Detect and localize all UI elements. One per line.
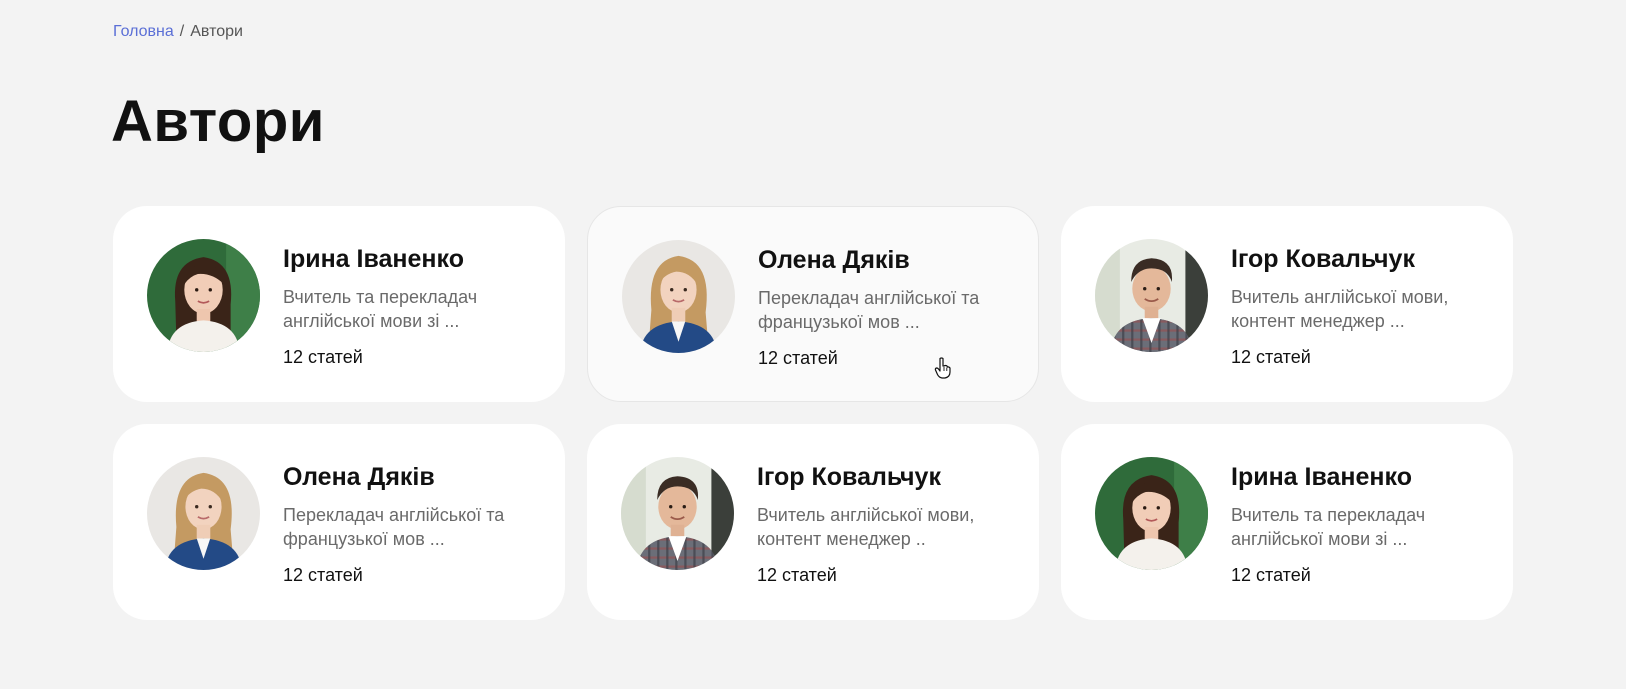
author-description-line: французької мов ...	[758, 312, 920, 332]
man-plaid-avatar-icon	[621, 457, 734, 570]
author-avatar	[147, 239, 260, 352]
author-avatar	[621, 457, 734, 570]
author-articles-count: 12 статей	[1231, 565, 1311, 585]
author-avatar	[1095, 457, 1208, 570]
author-avatar	[1095, 239, 1208, 352]
author-description-line: французької мов ...	[283, 529, 445, 549]
author-description-line: Вчитель та перекладач	[1231, 505, 1426, 525]
author-description: Перекладач англійської та французької мо…	[283, 503, 543, 551]
hand-pointer-icon	[934, 357, 951, 379]
author-description-line: контент менеджер ..	[757, 529, 926, 549]
author-description-line: Перекладач англійської та	[758, 288, 980, 308]
man-plaid-avatar-icon	[1095, 239, 1208, 352]
author-articles-count: 12 статей	[757, 565, 837, 585]
author-name[interactable]: Ірина Іваненко	[1231, 461, 1491, 493]
woman-blonde-avatar-icon	[622, 240, 735, 353]
author-description-line: англійської мови зі ...	[283, 311, 460, 331]
author-name[interactable]: Олена Дяків	[758, 244, 1018, 276]
author-description-line: Вчитель та перекладач	[283, 287, 478, 307]
author-description: Перекладач англійської та французької мо…	[758, 286, 1018, 334]
author-articles-count: 12 статей	[283, 565, 363, 585]
author-articles-count: 12 статей	[758, 348, 838, 368]
author-name[interactable]: Ігор Ковальчук	[757, 461, 1017, 493]
author-description: Вчитель англійської мови, контент менедж…	[1231, 285, 1491, 333]
author-info: Олена Дяків Перекладач англійської та фр…	[758, 240, 1018, 370]
author-card[interactable]: Ігор Ковальчук Вчитель англійської мови,…	[1061, 206, 1513, 402]
woman-dark-hair-avatar-icon	[147, 239, 260, 352]
author-description: Вчитель та перекладач англійської мови з…	[283, 285, 543, 333]
breadcrumb: Головна / Автори	[113, 22, 243, 42]
author-card[interactable]: Ігор Ковальчук Вчитель англійської мови,…	[587, 424, 1039, 620]
author-articles-count: 12 статей	[1231, 347, 1311, 367]
author-description-line: Перекладач англійської та	[283, 505, 505, 525]
woman-dark-hair-avatar-icon	[1095, 457, 1208, 570]
woman-blonde-avatar-icon	[147, 457, 260, 570]
author-card[interactable]: Олена Дяків Перекладач англійської та фр…	[587, 206, 1039, 402]
author-card[interactable]: Ірина Іваненко Вчитель та перекладач анг…	[1061, 424, 1513, 620]
author-description-line: Вчитель англійської мови,	[757, 505, 975, 525]
breadcrumb-home-link[interactable]: Головна	[113, 22, 174, 42]
author-card[interactable]: Ірина Іваненко Вчитель та перекладач анг…	[113, 206, 565, 402]
author-name[interactable]: Ірина Іваненко	[283, 243, 543, 275]
author-info: Олена Дяків Перекладач англійської та фр…	[283, 457, 543, 587]
breadcrumb-separator: /	[179, 23, 185, 40]
author-info: Ігор Ковальчук Вчитель англійської мови,…	[1231, 239, 1491, 369]
author-avatar	[622, 240, 735, 353]
author-description-line: контент менеджер ...	[1231, 311, 1405, 331]
author-description-line: Вчитель англійської мови,	[1231, 287, 1449, 307]
author-info: Ірина Іваненко Вчитель та перекладач анг…	[283, 239, 543, 369]
page-title: Автори	[111, 89, 325, 154]
author-name[interactable]: Олена Дяків	[283, 461, 543, 493]
author-name[interactable]: Ігор Ковальчук	[1231, 243, 1491, 275]
author-description-line: англійської мови зі ...	[1231, 529, 1408, 549]
author-info: Ірина Іваненко Вчитель та перекладач анг…	[1231, 457, 1491, 587]
author-articles-count: 12 статей	[283, 347, 363, 367]
author-avatar	[147, 457, 260, 570]
authors-grid: Ірина Іваненко Вчитель та перекладач анг…	[113, 206, 1513, 620]
authors-page: Головна / Автори Автори Ірина Іваненко В…	[0, 0, 1626, 689]
author-description: Вчитель англійської мови, контент менедж…	[757, 503, 1017, 551]
author-description: Вчитель та перекладач англійської мови з…	[1231, 503, 1491, 551]
author-info: Ігор Ковальчук Вчитель англійської мови,…	[757, 457, 1017, 587]
author-card[interactable]: Олена Дяків Перекладач англійської та фр…	[113, 424, 565, 620]
breadcrumb-current: Автори	[190, 23, 243, 40]
